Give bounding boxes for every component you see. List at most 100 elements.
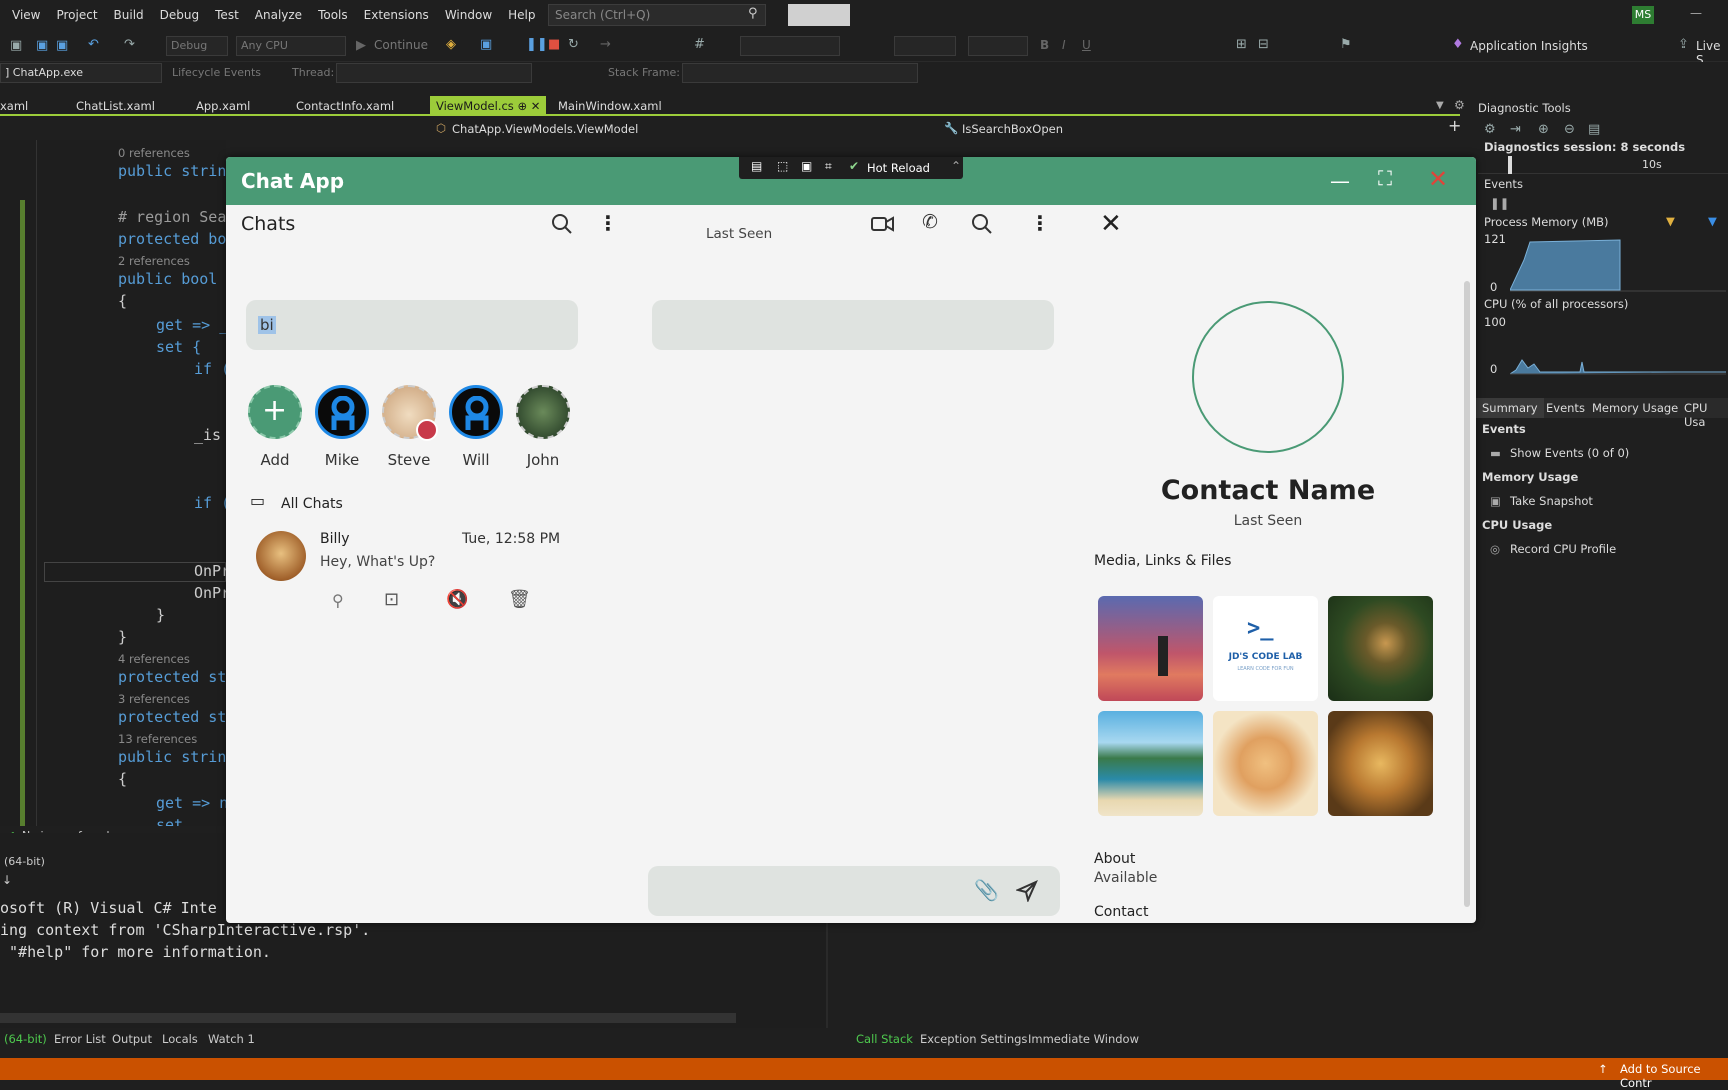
- media-thumb-kitten[interactable]: [1213, 711, 1318, 816]
- stop-icon[interactable]: ■: [548, 37, 560, 52]
- video-call-icon[interactable]: [871, 215, 895, 233]
- window-close-icon[interactable]: ✕: [1428, 165, 1448, 193]
- status-avatar-john[interactable]: [516, 385, 570, 439]
- conversation-more-icon[interactable]: ⋮: [1030, 211, 1050, 235]
- live-share-badge[interactable]: [788, 4, 850, 26]
- ide-search-input[interactable]: Search (Ctrl+Q): [548, 4, 766, 26]
- archive-icon[interactable]: ⊡: [384, 589, 399, 610]
- settings-icon[interactable]: ⚙: [1454, 98, 1465, 112]
- code-ref[interactable]: 0 references: [118, 146, 190, 160]
- menu-view[interactable]: View: [12, 8, 40, 22]
- collapse-icon[interactable]: ⌃: [951, 159, 961, 173]
- tab-error-list[interactable]: Error List: [54, 1032, 106, 1046]
- undo-icon[interactable]: ↶: [88, 37, 99, 52]
- save-icon[interactable]: ▣: [36, 38, 48, 53]
- h-scrollbar[interactable]: [0, 1013, 736, 1023]
- process-select[interactable]: ] ChatApp.exe: [0, 63, 162, 83]
- tab-watch[interactable]: Watch 1: [208, 1032, 255, 1046]
- mute-icon[interactable]: 🔇: [446, 589, 468, 610]
- diag-settings-icon[interactable]: ⚙: [1484, 122, 1496, 137]
- redo-icon[interactable]: ↷: [124, 37, 135, 52]
- continue-button[interactable]: Continue: [374, 38, 428, 52]
- platform-select[interactable]: Any CPU: [236, 36, 346, 56]
- diag-timeline[interactable]: 10s: [1478, 156, 1728, 174]
- show-events-link[interactable]: Show Events (0 of 0): [1510, 446, 1629, 460]
- lightbulb-icon[interactable]: ♦: [1452, 37, 1464, 52]
- attach-icon[interactable]: 📎: [974, 878, 999, 902]
- user-avatar[interactable]: MS: [1632, 6, 1654, 24]
- pin-chat-icon[interactable]: ⚲: [332, 591, 344, 610]
- search-icon[interactable]: ⚲: [748, 6, 758, 21]
- delete-icon[interactable]: 🗑: [508, 589, 531, 610]
- chat-search-input[interactable]: bi: [246, 300, 578, 350]
- add-to-source-control[interactable]: Add to Source Contr: [1620, 1062, 1728, 1090]
- menu-project[interactable]: Project: [56, 8, 97, 22]
- menu-window[interactable]: Window: [445, 8, 492, 22]
- code-editor[interactable]: 0 references public strin # region Sea p…: [0, 140, 230, 834]
- tab-viewmodel[interactable]: ViewModel.cs ⊕ ✕: [430, 96, 547, 116]
- chart-icon[interactable]: ▤: [1588, 122, 1600, 137]
- code-ref[interactable]: 3 references: [118, 692, 190, 706]
- live-share-icon[interactable]: ⇪: [1678, 37, 1689, 52]
- zoom-out-icon[interactable]: ⊖: [1564, 122, 1575, 137]
- member-nav-select[interactable]: IsSearchBoxOpen: [962, 122, 1063, 136]
- process-memory-header[interactable]: Process Memory (MB): [1484, 215, 1609, 229]
- add-status-button[interactable]: +: [248, 385, 302, 439]
- media-thumb-beach[interactable]: [1098, 711, 1203, 816]
- diag-tab-cpu[interactable]: CPU Usa: [1684, 401, 1728, 429]
- media-thumb-leopard[interactable]: [1328, 596, 1433, 701]
- take-snapshot-button[interactable]: Take Snapshot: [1510, 494, 1593, 508]
- hot-reload-label[interactable]: Hot Reload: [867, 161, 930, 175]
- status-avatar-will[interactable]: [449, 385, 503, 439]
- media-thumb-logo[interactable]: >_ JD'S CODE LAB LEARN CODE FOR FUN: [1213, 596, 1318, 701]
- save-all-icon[interactable]: ▣: [56, 38, 68, 53]
- add-icon[interactable]: +: [1448, 116, 1461, 135]
- tab-chatlist[interactable]: ChatList.xaml: [76, 96, 155, 116]
- layout-icon[interactable]: ⊞: [1236, 37, 1247, 52]
- track-focus-icon[interactable]: ⌗: [825, 159, 832, 174]
- screenshot-icon[interactable]: ▣: [480, 37, 492, 52]
- open-icon[interactable]: ▣: [10, 38, 22, 53]
- conversation-search-icon[interactable]: [971, 213, 993, 235]
- tab-dropdown-icon[interactable]: ▼: [1436, 100, 1444, 111]
- window-maximize-icon[interactable]: ⛶: [1378, 166, 1392, 190]
- conversation-search-input[interactable]: [652, 300, 1054, 350]
- underline-icon[interactable]: U: [1082, 38, 1091, 52]
- media-thumb-smoke[interactable]: [1098, 596, 1203, 701]
- chats-more-icon[interactable]: ⋮: [598, 211, 618, 235]
- pin-icon[interactable]: ⊕: [517, 99, 527, 113]
- tab-xaml[interactable]: xaml: [0, 96, 28, 116]
- diag-tab-summary[interactable]: Summary: [1476, 398, 1544, 418]
- status-avatar-mike[interactable]: [315, 385, 369, 439]
- media-thumb-lion[interactable]: [1328, 711, 1433, 816]
- code-ref[interactable]: 2 references: [118, 254, 190, 268]
- menu-debug[interactable]: Debug: [160, 8, 199, 22]
- diag-tab-events[interactable]: Events: [1546, 401, 1585, 415]
- contact-scrollbar[interactable]: [1464, 281, 1470, 907]
- message-input[interactable]: 📎: [648, 866, 1060, 916]
- menu-help[interactable]: Help: [508, 8, 535, 22]
- tab-output[interactable]: Output: [112, 1032, 152, 1046]
- tab-interactive[interactable]: (64-bit): [4, 1032, 47, 1046]
- step-over-icon[interactable]: →: [600, 37, 611, 52]
- tab-locals[interactable]: Locals: [162, 1032, 198, 1046]
- tab-call-stack[interactable]: Call Stack: [856, 1032, 913, 1046]
- cpu-header[interactable]: CPU (% of all processors): [1484, 297, 1628, 311]
- application-insights-button[interactable]: Application Insights: [1470, 39, 1588, 53]
- font-select[interactable]: [894, 36, 956, 56]
- pause-events-icon[interactable]: ❚❚: [1490, 196, 1509, 210]
- record-cpu-button[interactable]: Record CPU Profile: [1510, 542, 1616, 556]
- select-element-icon[interactable]: ⬚: [777, 159, 788, 173]
- tab-app[interactable]: App.xaml: [196, 96, 250, 116]
- restart-icon[interactable]: ↻: [568, 37, 579, 52]
- down-arrow-icon[interactable]: ↓: [2, 873, 12, 887]
- align-icon[interactable]: ⊟: [1258, 37, 1269, 52]
- tab-immediate[interactable]: Immediate Window: [1028, 1032, 1139, 1046]
- chat-list-item[interactable]: Billy Tue, 12:58 PM Hey, What's Up? ⚲ ⊡ …: [236, 527, 586, 627]
- close-contact-info-icon[interactable]: ✕: [1100, 209, 1122, 239]
- menu-build[interactable]: Build: [114, 8, 144, 22]
- menu-test[interactable]: Test: [215, 8, 239, 22]
- code-ref[interactable]: 13 references: [118, 732, 197, 746]
- send-icon[interactable]: [1016, 880, 1038, 902]
- menu-tools[interactable]: Tools: [318, 8, 348, 22]
